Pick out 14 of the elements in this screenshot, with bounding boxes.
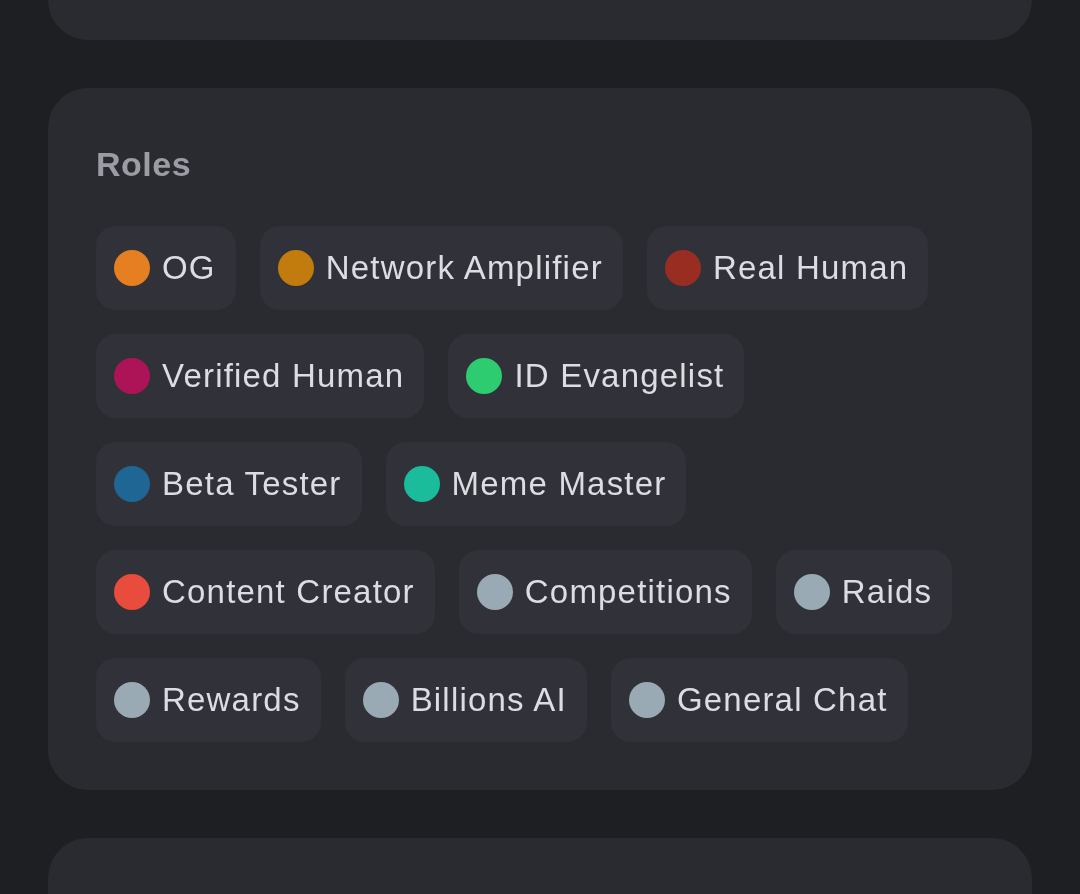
role-name: General Chat xyxy=(676,680,888,720)
role-name: Rewards xyxy=(162,680,301,720)
role-name: Real Human xyxy=(712,248,909,288)
role-name: Competitions xyxy=(524,572,732,612)
role-name: Verified Human xyxy=(162,356,405,396)
role-name: Raids xyxy=(841,572,933,612)
roles-heading: Roles xyxy=(96,144,192,184)
role-name: ID Evangelist xyxy=(514,356,725,396)
role-name: Beta Tester xyxy=(162,464,342,504)
role-name: Content Creator xyxy=(162,572,415,612)
role-name: Meme Master xyxy=(451,464,667,504)
role-name: Billions AI xyxy=(410,680,567,720)
role-name: Network Amplifier xyxy=(325,248,603,288)
role-name: OG xyxy=(162,248,216,288)
